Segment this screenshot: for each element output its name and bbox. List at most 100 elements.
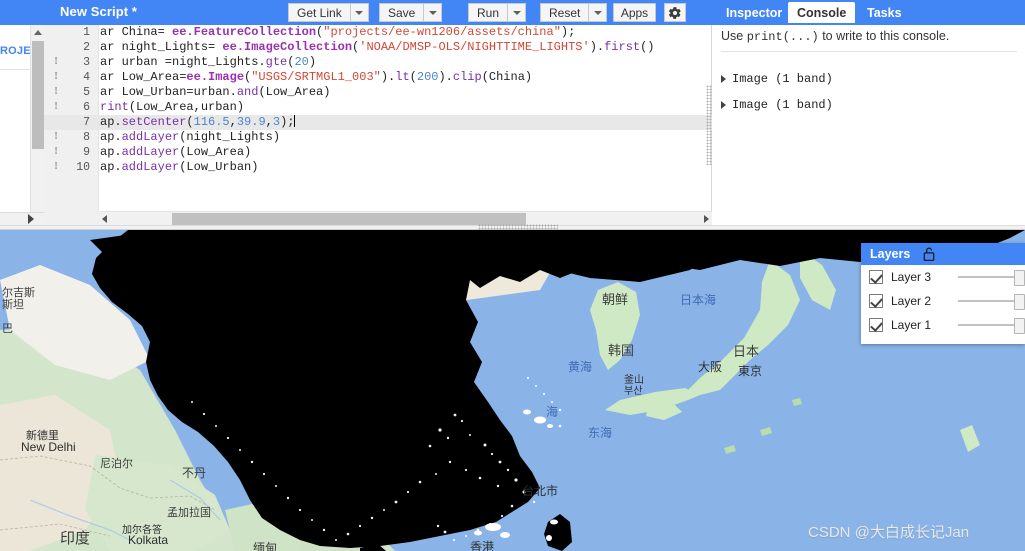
console-hint-code: print(...) [746,30,819,44]
line-number: 4 [83,71,90,84]
layers-widget[interactable]: Layers Layer 3 Layer 2 Layer 1 [861,243,1025,344]
line-code[interactable]: ar China= ee.FeatureCollection("projects… [100,25,575,40]
code-line[interactable]: ! 3 ar urban =night_Lights.gte(20) [44,55,712,70]
triangle-right-icon[interactable] [721,75,726,83]
line-number: 1 [83,26,90,39]
layer-visibility-checkbox[interactable] [869,270,883,284]
line-code[interactable]: ar night_Lights= ee.ImageCollection('NOA… [100,40,655,55]
console-output-label: Image (1 band) [732,98,833,112]
tab-console[interactable]: Console [788,2,856,23]
save-button[interactable]: Save [379,3,443,22]
get-link-label[interactable]: Get Link [288,3,350,22]
line-code[interactable]: ap.setCenter(116.5,39.9,3); [100,115,296,130]
code-line[interactable]: ! 4 ar Low_Area=ee.Image("USGS/SRTMGL1_003… [44,70,712,85]
code-editor[interactable]: 1 ar China= ee.FeatureCollection("project… [44,25,712,225]
slider-track [958,300,1017,302]
code-line[interactable]: 1 ar China= ee.FeatureCollection("project… [44,25,712,40]
chevron-down-icon [593,10,602,15]
get-link-dropdown-arrow[interactable] [349,3,369,22]
scroll-up-arrow-icon[interactable] [34,30,42,35]
sidebar-expand-icon[interactable] [28,214,34,224]
save-label[interactable]: Save [379,3,424,22]
sidebar-vertical-scrollbar[interactable] [30,25,44,225]
code-line[interactable]: ! 9 ap.addLayer(Low_Area) [44,145,712,160]
code-line[interactable]: ! 6 rint(Low_Area,urban) [44,100,712,115]
code-line[interactable]: 7 ap.setCenter(116.5,39.9,3); [44,115,712,130]
earth-engine-code-editor-window: New Script * Get Link Save Run Reset App… [0,0,1025,551]
console-hint-prefix: Use [721,29,747,43]
scroll-left-arrow-icon[interactable] [102,215,107,223]
line-number: 7 [83,116,90,129]
console-separator [721,51,1017,52]
layer-opacity-slider[interactable] [958,318,1025,334]
console-panel: Inspector Console Tasks Use print(...) t… [713,0,1025,225]
code-line[interactable]: 2 ar night_Lights= ee.ImageCollection('NO… [44,40,712,55]
line-code[interactable]: ap.addLayer(night_Lights) [100,130,280,145]
scrollbar-thumb[interactable] [172,213,526,225]
scroll-right-arrow-icon[interactable] [704,215,709,223]
layer-row[interactable]: Layer 3 [861,265,1025,289]
line-number: 2 [83,41,90,54]
settings-button[interactable] [664,3,686,22]
slider-knob[interactable] [1014,270,1025,286]
console-tab-bar: Inspector Console Tasks [713,0,1025,25]
layer-name: Layer 2 [891,294,932,308]
run-button[interactable]: Run [468,3,527,22]
code-line[interactable]: ! 8 ap.addLayer(night_Lights) [44,130,712,145]
line-number: 9 [83,146,90,159]
code-line[interactable]: ! 5 ar Low_Urban=urban.and(Low_Area) [44,85,712,100]
get-link-button[interactable]: Get Link [288,3,369,22]
console-content: Use print(...) to write to this console.… [713,25,1025,225]
line-code[interactable]: ap.addLayer(Low_Area) [100,145,251,160]
apps-button[interactable]: Apps [613,3,656,22]
editor-gutter-footer [44,211,100,225]
layer-visibility-checkbox[interactable] [869,318,883,332]
console-output-row[interactable]: Image (1 band) [721,72,833,86]
line-code[interactable]: ap.addLayer(Low_Urban) [100,160,258,175]
layer-visibility-checkbox[interactable] [869,294,883,308]
line-code[interactable]: rint(Low_Area,urban) [100,100,244,115]
gear-icon [668,6,681,19]
layer-opacity-slider[interactable] [958,270,1025,286]
slider-track [958,324,1017,326]
slider-knob[interactable] [1014,294,1025,310]
unlocked-padlock-icon[interactable] [922,246,936,262]
script-title: New Script * [60,4,138,19]
editor-horizontal-scrollbar[interactable] [100,211,712,225]
run-label[interactable]: Run [468,3,508,22]
line-number: 10 [76,161,90,174]
line-code[interactable]: ar Low_Area=ee.Image("USGS/SRTMGL1_003")… [100,70,532,85]
line-number: 3 [83,56,90,69]
sidebar-footer [0,212,44,225]
chevron-down-icon [428,10,437,15]
reset-dropdown-arrow[interactable] [588,3,608,22]
line-number: 8 [83,131,90,144]
scrollbar-thumb[interactable] [32,41,44,149]
save-dropdown-arrow[interactable] [423,3,443,22]
text-caret [294,115,296,127]
tab-inspector[interactable]: Inspector [717,2,791,23]
chevron-down-icon [512,10,521,15]
layers-list[interactable]: Layer 3 Layer 2 Layer 1 [861,265,1025,337]
slider-knob[interactable] [1014,318,1025,334]
console-hint: Use print(...) to write to this console. [721,29,949,44]
layer-row[interactable]: Layer 1 [861,313,1025,337]
console-output-row[interactable]: Image (1 band) [721,98,833,112]
layer-opacity-slider[interactable] [958,294,1025,310]
console-hint-suffix: to write to this console. [818,29,950,43]
editor-console-resize-grip[interactable] [706,85,712,165]
run-dropdown-arrow[interactable] [507,3,527,22]
tab-tasks[interactable]: Tasks [858,2,911,23]
code-line[interactable]: ! 10 ap.addLayer(Low_Urban) [44,160,712,175]
code-lines-container[interactable]: 1 ar China= ee.FeatureCollection("project… [44,25,712,211]
triangle-right-icon[interactable] [721,101,726,109]
layer-name: Layer 1 [891,318,932,332]
reset-label[interactable]: Reset [540,3,589,22]
layers-header: Layers [861,243,1025,265]
sidebar-divider [0,69,33,70]
reset-button[interactable]: Reset [540,3,608,22]
line-code[interactable]: ar Low_Urban=urban.and(Low_Area) [100,85,330,100]
layer-row[interactable]: Layer 2 [861,289,1025,313]
line-number: 5 [83,86,90,99]
line-code[interactable]: ar urban =night_Lights.gte(20) [100,55,316,70]
